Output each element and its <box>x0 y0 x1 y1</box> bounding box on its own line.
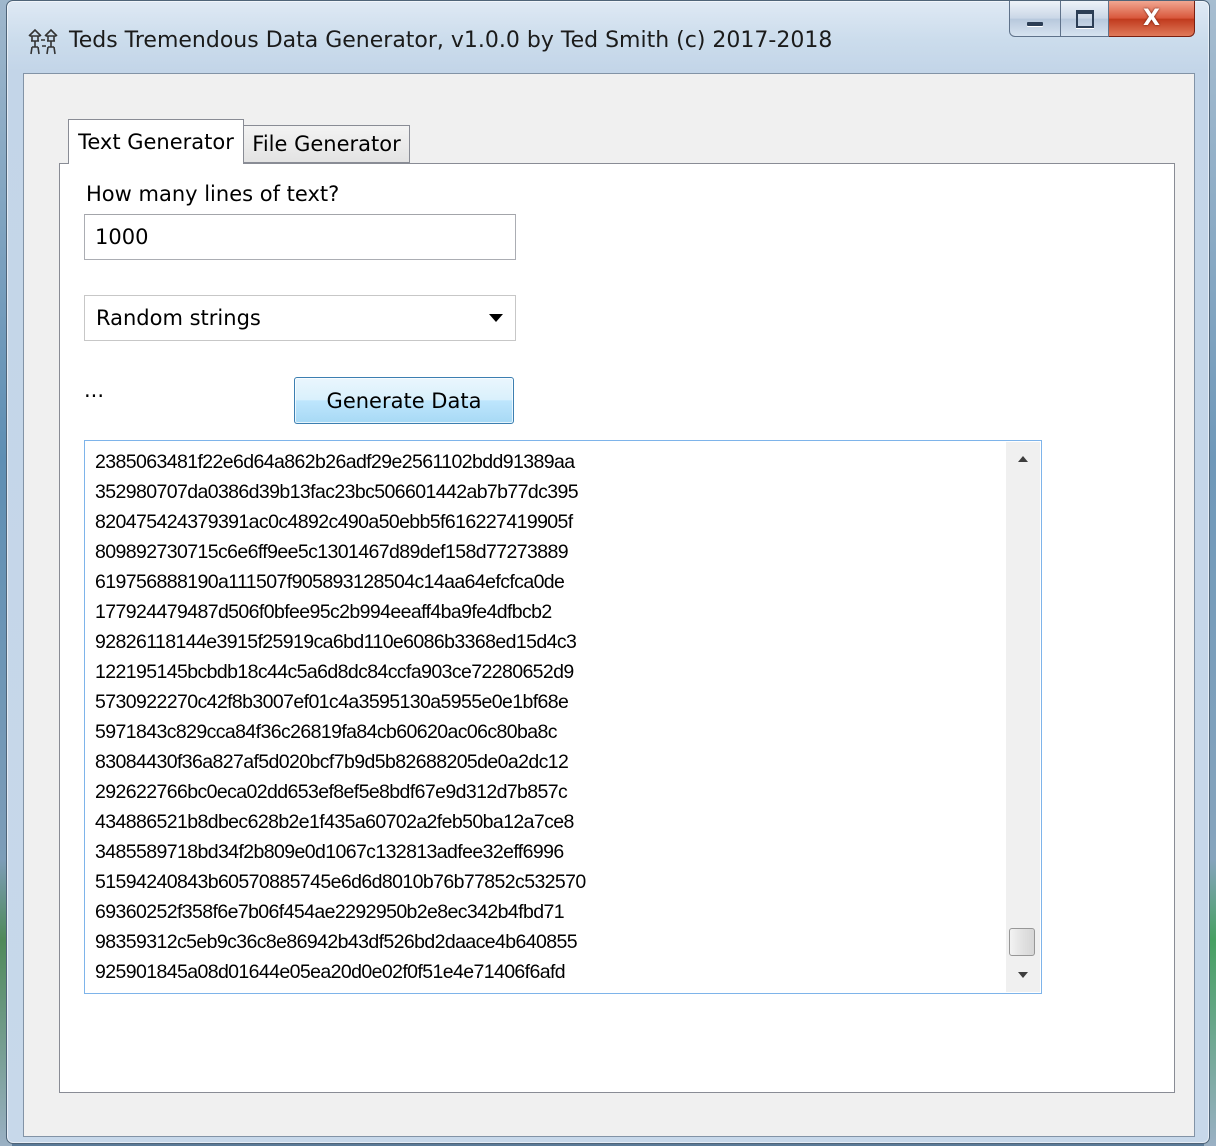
output-line: 83084430f36a827af5d020bcf7b9d5b82688205d… <box>95 751 569 773</box>
close-button[interactable]: X <box>1109 1 1195 37</box>
generation-mode-dropdown[interactable]: Random strings <box>84 295 516 341</box>
generate-data-button[interactable]: Generate Data <box>294 377 514 424</box>
output-line: 434886521b8dbec628b2e1f435a60702a2feb50b… <box>95 811 574 833</box>
output-line: 122195145bcbdb18c44c5a6d8dc84ccfa903ce72… <box>95 661 574 683</box>
output-line: 292622766bc0eca02dd653ef8ef5e8bdf67e9d31… <box>95 781 568 803</box>
output-line: 5971843c829cca84f36c26819fa84cb60620ac06… <box>95 721 558 743</box>
output-line: 3485589718bd34f2b809e0d1067c132813adfee3… <box>95 841 564 863</box>
caption-buttons: X <box>1009 1 1195 37</box>
window-title: Teds Tremendous Data Generator, v1.0.0 b… <box>69 28 833 53</box>
scrollbar-thumb[interactable] <box>1009 928 1035 956</box>
vertical-scrollbar[interactable] <box>1006 442 1040 992</box>
scroll-down-arrow-icon <box>1018 972 1028 978</box>
output-line: 69360252f358f6e7b06f454ae2292950b2e8ec34… <box>95 901 565 923</box>
text-generator-page: How many lines of text? Random strings .… <box>59 163 1175 1093</box>
output-line: 51594240843b60570885745e6d6d8010b76b7785… <box>95 871 586 893</box>
output-line: 925901845a08d01644e05ea20d0e02f0f51e4e71… <box>95 961 566 983</box>
lines-count-label: How many lines of text? <box>86 182 340 206</box>
dropdown-arrow-icon <box>489 314 503 322</box>
tab-text-generator[interactable]: Text Generator <box>68 119 244 164</box>
output-line: 820475424379391ac0c4892c490a50ebb5f61622… <box>95 511 573 533</box>
lines-count-input[interactable] <box>84 214 516 260</box>
scroll-down-button[interactable] <box>1006 958 1040 992</box>
generation-mode-value: Random strings <box>96 306 261 330</box>
output-textbox[interactable]: 2385063481f22e6d64a862b26adf29e2561102bd… <box>84 440 1042 994</box>
output-line: 619756888190a111507f905893128504c14aa64e… <box>95 571 565 593</box>
title-bar[interactable]: Teds Tremendous Data Generator, v1.0.0 b… <box>7 1 1209 73</box>
output-line: 809892730715c6e6ff9ee5c1301467d89def158d… <box>95 541 569 563</box>
maximize-icon <box>1075 9 1094 28</box>
output-line: 177924479487d506f0bfee95c2b994eeaff4ba9f… <box>95 601 552 623</box>
app-window: Teds Tremendous Data Generator, v1.0.0 b… <box>6 0 1210 1144</box>
output-text-lines: 2385063481f22e6d64a862b26adf29e2561102bd… <box>95 447 1001 989</box>
window-client-area: Text Generator File Generator How many l… <box>23 73 1195 1137</box>
maximize-button[interactable] <box>1061 1 1109 37</box>
minimize-button[interactable] <box>1009 1 1061 37</box>
output-line: 2385063481f22e6d64a862b26adf29e2561102bd… <box>95 451 575 473</box>
tab-file-generator[interactable]: File Generator <box>244 125 410 163</box>
output-line: 5730922270c42f8b3007ef01c4a3595130a5955e… <box>95 691 569 713</box>
scroll-up-arrow-icon <box>1018 456 1028 462</box>
output-line: 92826118144e3915f25919ca6bd110e6086b3368… <box>95 631 577 653</box>
scroll-up-button[interactable] <box>1006 442 1040 476</box>
app-icon <box>28 28 58 55</box>
minimize-icon <box>1027 21 1043 26</box>
status-text: ... <box>84 378 105 402</box>
close-icon: X <box>1143 6 1160 31</box>
output-line: 352980707da0386d39b13fac23bc506601442ab7… <box>95 481 579 503</box>
output-line: 98359312c5eb9c36c8e86942b43df526bd2daace… <box>95 931 578 953</box>
